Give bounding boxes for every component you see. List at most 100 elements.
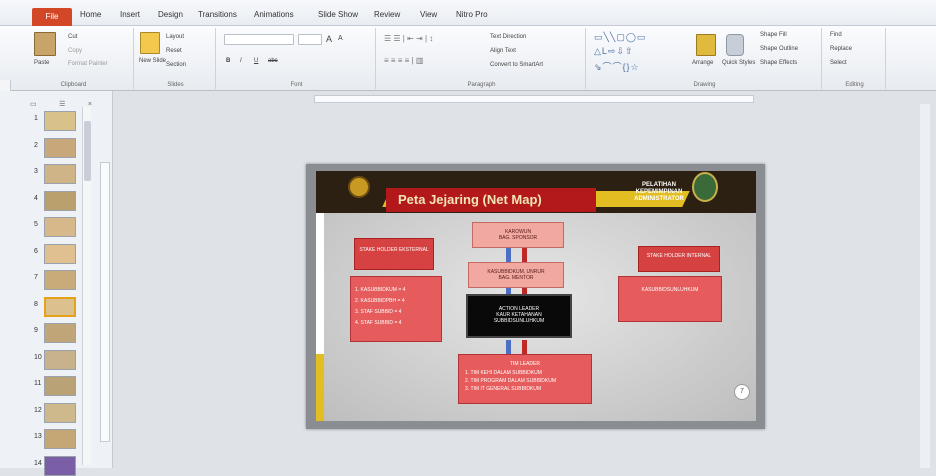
- reset-button[interactable]: Reset: [166, 48, 182, 54]
- paragraph-label: Paragraph: [467, 82, 496, 88]
- sponsor-box[interactable]: KAROWUN BAG. SPONSOR: [472, 222, 564, 248]
- thumbnail-number: 7: [34, 274, 38, 281]
- tab-insert[interactable]: Insert: [120, 10, 140, 19]
- paste-icon[interactable]: [34, 32, 56, 56]
- left-yellow-bar: [316, 354, 324, 421]
- tab-design[interactable]: Design: [158, 10, 183, 19]
- text-direction-button[interactable]: Text Direction: [490, 34, 526, 40]
- thumbnail-number: 14: [34, 459, 42, 467]
- paste-button[interactable]: Paste: [34, 60, 49, 66]
- shapes-gallery[interactable]: ▭╲╲▢◯▭: [594, 32, 646, 43]
- replace-button[interactable]: Replace: [830, 46, 852, 52]
- thumbnail-scroll-thumb[interactable]: [84, 121, 91, 181]
- editing-group: Find Replace Select Editing: [824, 28, 886, 89]
- cut-button[interactable]: Cut: [68, 34, 77, 40]
- select-button[interactable]: Select: [830, 60, 847, 66]
- bottom-item: 1. TIM KEHI DALAM SUBBIDKUM: [465, 370, 542, 376]
- slide-thumbnail[interactable]: [44, 190, 76, 211]
- tab-nitro-pro[interactable]: Nitro Pro: [456, 10, 488, 19]
- align-text-button[interactable]: Align Text: [490, 48, 516, 54]
- slide-thumbnail[interactable]: [44, 296, 76, 317]
- slide-thumbnail[interactable]: [44, 323, 76, 343]
- slide-thumbnail[interactable]: [44, 402, 76, 423]
- tab-transitions[interactable]: Transitions: [198, 10, 237, 19]
- slide-thumbnail[interactable]: [44, 270, 76, 290]
- internal-label-box[interactable]: STAKE HOLDER INTERNAL: [638, 246, 720, 272]
- thumbnail-number: 1: [34, 115, 38, 122]
- thumbnail-number: 12: [34, 406, 42, 414]
- arrange-button[interactable]: Arrange: [692, 60, 713, 66]
- slide-thumbnail[interactable]: [44, 243, 76, 264]
- shrink-font-button[interactable]: A: [338, 35, 343, 42]
- slide-title[interactable]: Peta Jejaring (Net Map): [398, 192, 542, 207]
- slide-thumbnail[interactable]: [44, 111, 76, 131]
- grow-font-button[interactable]: A: [326, 34, 332, 44]
- thumbnail-number: 13: [34, 433, 42, 440]
- internal-text: KASUBBIDSUNLUHKUM: [641, 287, 699, 293]
- find-button[interactable]: Find: [830, 32, 842, 38]
- shapes-gallery-row2[interactable]: △L⇨⇩⇧: [594, 46, 634, 57]
- bold-button[interactable]: B: [226, 58, 230, 64]
- copy-button[interactable]: Copy: [68, 48, 82, 54]
- internal-text-box[interactable]: KASUBBIDSUNLUHKUM: [618, 276, 722, 322]
- tab-home[interactable]: Home: [80, 10, 101, 19]
- police-logo-icon: [348, 176, 370, 198]
- quick-styles-button[interactable]: Quick Styles: [722, 60, 755, 66]
- new-slide-button[interactable]: New Slide: [139, 58, 166, 64]
- drawing-label: Drawing: [693, 82, 716, 88]
- horizontal-ruler: [314, 95, 754, 103]
- slides-tab-icon[interactable]: ▭: [30, 101, 37, 108]
- file-tab[interactable]: File: [32, 8, 72, 26]
- external-list-box[interactable]: 1. KASUBBIDKUM = 4 2. KASUBBIDPBH = 4 3.…: [350, 276, 442, 342]
- vertical-ruler: [100, 162, 110, 442]
- italic-button[interactable]: I: [240, 58, 242, 64]
- external-item: 1. KASUBBIDKUM = 4: [355, 287, 406, 293]
- bullets-icon[interactable]: ☰ ☰ | ⇤ ⇥ | ↕: [384, 34, 433, 43]
- bottom-item: 2. TIM PROGRAM DALAM SUBBIDKUM: [465, 378, 557, 384]
- tab-animations[interactable]: Animations: [254, 10, 294, 19]
- strikethrough-button[interactable]: abc: [268, 58, 278, 64]
- format-painter-button[interactable]: Format Painter: [68, 61, 108, 67]
- thumbnail-number: 3: [34, 168, 38, 175]
- slide-thumbnail[interactable]: [44, 429, 76, 449]
- shape-outline-button[interactable]: Shape Outline: [760, 46, 798, 52]
- layout-button[interactable]: Layout: [166, 34, 184, 40]
- tab-view[interactable]: View: [420, 10, 437, 19]
- clipboard-label: Clipboard: [60, 82, 87, 88]
- paragraph-group: ☰ ☰ | ⇤ ⇥ | ↕ ≡ ≡ ≡ ≡ | ▥ Text Direction…: [378, 28, 586, 89]
- slide-thumbnail[interactable]: [44, 455, 76, 476]
- underline-button[interactable]: U: [254, 58, 258, 64]
- section-button[interactable]: Section: [166, 62, 186, 68]
- slide-canvas[interactable]: Peta Jejaring (Net Map) PELATIHAN KEPEMI…: [306, 164, 765, 429]
- align-icons[interactable]: ≡ ≡ ≡ ≡ | ▥: [384, 56, 423, 65]
- mentor-box[interactable]: KASUBBIDKUM, UNRUR BAG. MENTOR: [468, 262, 564, 288]
- shape-effects-button[interactable]: Shape Effects: [760, 60, 797, 66]
- convert-smartart-button[interactable]: Convert to SmartArt: [490, 62, 543, 68]
- thumbnail-scrollbar[interactable]: [82, 107, 91, 465]
- outline-tab-icon[interactable]: ☰: [59, 101, 65, 108]
- slide-scrollbar[interactable]: [920, 104, 930, 468]
- slide-thumbnail[interactable]: [44, 137, 76, 158]
- new-slide-icon[interactable]: [140, 32, 160, 54]
- quick-styles-icon[interactable]: [726, 34, 744, 56]
- mentor-text: KASUBBIDKUM, UNRUR BAG. MENTOR: [487, 269, 545, 281]
- arrange-icon[interactable]: [696, 34, 716, 56]
- slide-thumbnail[interactable]: [44, 349, 76, 370]
- slide-thumbnail[interactable]: [44, 164, 76, 184]
- slide-thumbnail[interactable]: [44, 217, 76, 237]
- external-item: 3. STAF SUBBID = 4: [355, 309, 402, 315]
- shape-fill-button[interactable]: Shape Fill: [760, 32, 787, 38]
- external-label-box[interactable]: STAKE HOLDER EKSTERNAL: [354, 238, 434, 270]
- font-family-select[interactable]: [224, 34, 294, 45]
- slide-thumbnail[interactable]: [44, 376, 76, 396]
- bottom-box[interactable]: TIM LEADER 1. TIM KEHI DALAM SUBBIDKUM 2…: [458, 354, 592, 404]
- drawing-group: ▭╲╲▢◯▭ △L⇨⇩⇧ ⇘⌒⌒{}☆ Arrange Quick Styles…: [588, 28, 822, 89]
- font-size-select[interactable]: [298, 34, 322, 45]
- shapes-gallery-row3[interactable]: ⇘⌒⌒{}☆: [594, 60, 640, 73]
- leader-box[interactable]: ACTION LEADER KAUR KETAHANAN SUBBIDSUNLU…: [466, 294, 572, 338]
- tab-review[interactable]: Review: [374, 10, 400, 19]
- slides-label: Slides: [167, 82, 184, 88]
- leader-text: ACTION LEADER KAUR KETAHANAN SUBBIDSUNLU…: [493, 306, 545, 324]
- tab-slide-show[interactable]: Slide Show: [318, 10, 358, 19]
- font-label: Font: [290, 82, 303, 88]
